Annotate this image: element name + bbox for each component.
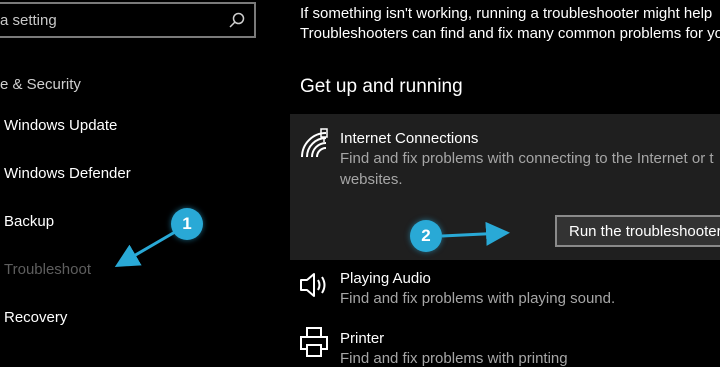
annotation-arrows [114, 221, 510, 268]
annotation-arrow-2 [441, 221, 510, 246]
annotation-arrow-1 [114, 230, 176, 268]
annotation-badge-2: 2 [410, 220, 442, 252]
annotation-badge-1: 1 [171, 208, 203, 240]
